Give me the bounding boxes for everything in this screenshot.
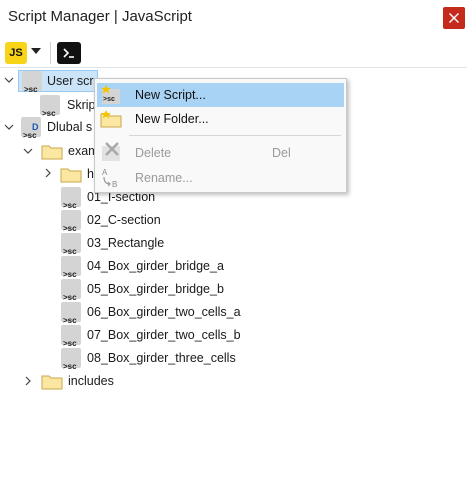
menu-item-rename[interactable]: A B Rename... [97,166,344,190]
console-button[interactable] [57,42,81,64]
tree-item-label: 04_Box_girder_bridge_a [87,259,224,273]
tree-item-label: h [87,167,94,181]
tree-item-script[interactable]: >sc 06_Box_girder_two_cells_a [61,301,261,325]
folder-icon [60,168,82,183]
title-bar: Script Manager | JavaScript [0,0,467,36]
tree-item-dlubal-scripts[interactable]: >sc D Dlubal s [21,116,97,140]
close-icon [449,13,459,23]
tree-item-label: Skrip [67,98,96,112]
tree-item-label: 07_Box_girder_two_cells_b [87,328,241,342]
tree-item-label: 02_C-section [87,213,161,227]
tree-item-script[interactable]: >sc 04_Box_girder_bridge_a [61,255,261,279]
tree-item-script[interactable]: >sc 02_C-section [61,209,261,233]
tree-item-script[interactable]: >sc 05_Box_girder_bridge_b [61,278,261,302]
menu-separator [129,135,341,136]
script-icon: >sc [61,302,81,325]
window-title: Script Manager | JavaScript [8,8,192,25]
collapse-chevron-icon[interactable] [4,75,14,85]
menu-item-new-script[interactable]: >sc New Script... [97,83,344,107]
dlubal-script-folder-icon: >sc D [21,117,41,140]
tree-item-label: 05_Box_girder_bridge_b [87,282,224,296]
menu-item-shortcut: Del [272,146,291,160]
menu-item-label: Delete [135,146,172,160]
tree-item-user-scripts[interactable]: >sc User scr [18,70,98,94]
terminal-icon [63,48,74,58]
delete-icon [102,142,120,161]
script-folder-icon: >sc [22,71,42,94]
script-icon: >sc [61,233,81,256]
new-folder-icon [100,110,122,128]
tree-item-script[interactable]: >sc 07_Box_girder_two_cells_b [61,324,261,348]
script-icon: >sc [61,325,81,348]
javascript-icon: JS [9,47,23,59]
script-icon: >sc [61,348,81,371]
script-icon: >sc [61,187,81,210]
tree-item-subfolder[interactable]: h [60,163,96,185]
toolbar-separator [50,42,51,64]
folder-icon [41,375,63,390]
menu-item-new-folder[interactable]: New Folder... [97,107,344,131]
tree-item-label: 08_Box_girder_three_cells [87,351,236,365]
svg-text:A: A [102,168,108,177]
tree-item-script[interactable]: >sc 03_Rectangle [61,232,261,256]
new-script-icon: >sc [101,85,120,104]
expand-chevron-icon[interactable] [43,168,53,178]
svg-text:>sc: >sc [103,96,115,103]
folder-icon [41,145,63,160]
tree-item-examples-folder[interactable]: exam [41,140,99,162]
tree-item-label: includes [68,374,114,388]
tree-item-label: Dlubal s [47,120,93,134]
context-menu: >sc New Script... New Folder... Delete D… [94,78,347,193]
tree-item-user-script[interactable]: >sc Skrip [40,94,100,118]
collapse-chevron-icon[interactable] [23,146,33,156]
svg-text:B: B [112,180,117,189]
tree-item-includes-folder[interactable]: includes [41,370,131,392]
dropdown-arrow-icon[interactable] [31,48,41,55]
collapse-chevron-icon[interactable] [4,122,14,132]
toolbar: JS [0,36,467,68]
rename-icon: A B [102,168,117,189]
menu-item-delete[interactable]: Delete Del [97,141,344,165]
tree-item-label: User scr [47,74,94,88]
script-icon: >sc [61,256,81,279]
close-button[interactable] [443,7,465,29]
menu-item-label: New Folder... [135,112,209,126]
language-select-button[interactable]: JS [5,42,27,64]
menu-item-label: Rename... [135,171,193,185]
tree-item-label: 03_Rectangle [87,236,165,250]
menu-item-label: New Script... [135,88,206,102]
tree-item-label: 06_Box_girder_two_cells_a [87,305,241,319]
script-icon: >sc [40,95,60,118]
script-icon: >sc [61,279,81,302]
tree-item-script[interactable]: >sc 08_Box_girder_three_cells [61,347,261,371]
script-icon: >sc [61,210,81,233]
expand-chevron-icon[interactable] [23,376,33,386]
